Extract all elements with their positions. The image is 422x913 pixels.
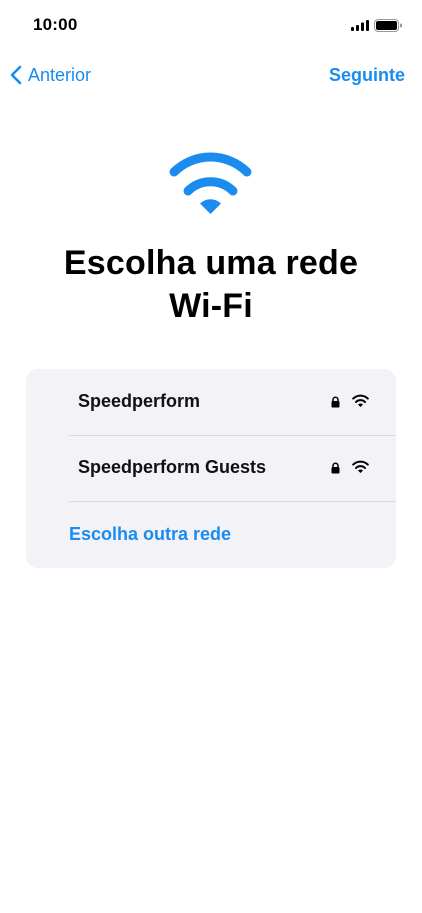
network-name: Speedperform Guests (78, 457, 267, 477)
back-label: Anterior (28, 64, 92, 85)
battery-icon (374, 19, 402, 32)
network-name: Speedperform (78, 391, 201, 411)
next-label: Seguinte (328, 64, 405, 85)
cellular-signal-icon (351, 20, 369, 31)
title-line-2: Wi-Fi (169, 287, 253, 325)
page-title: Escolha uma rede Wi-Fi (20, 242, 402, 328)
wifi-signal-icon (352, 394, 369, 407)
network-row-speedperform[interactable]: Speedperform (26, 369, 396, 435)
network-list: Speedperform Speedperform Guests Escolha… (26, 369, 396, 568)
wifi-icon (169, 152, 252, 214)
chevron-left-icon (10, 65, 22, 85)
wifi-signal-icon (352, 460, 369, 473)
title-line-1: Escolha uma rede (63, 244, 359, 282)
lock-icon (331, 462, 340, 474)
back-button[interactable]: Anterior (10, 62, 91, 88)
nav-bar: Anterior Seguinte (0, 58, 422, 92)
choose-other-network-link[interactable]: Escolha outra rede (69, 524, 231, 545)
divider (69, 501, 396, 502)
status-bar: 10:00 (0, 0, 422, 50)
next-button[interactable]: Seguinte (329, 62, 405, 88)
lock-icon (331, 396, 340, 408)
status-time: 10:00 (33, 15, 78, 34)
network-row-speedperform-guests[interactable]: Speedperform Guests (26, 435, 396, 501)
